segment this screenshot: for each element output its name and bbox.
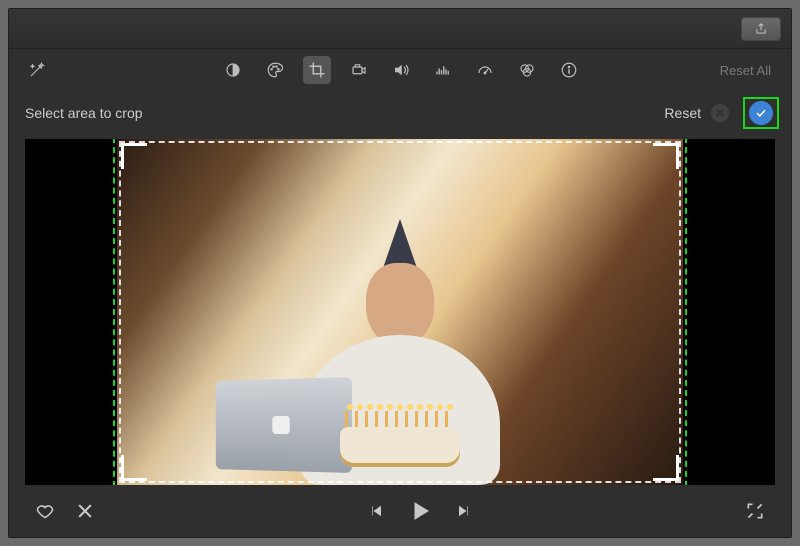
apply-highlight (743, 97, 779, 129)
color-palette-icon (266, 61, 284, 79)
audio-equalizer-icon (434, 61, 452, 79)
auto-enhance-button[interactable] (23, 56, 51, 84)
previous-frame-icon (368, 503, 384, 519)
stabilization-button[interactable] (345, 56, 373, 84)
fullscreen-button[interactable] (743, 499, 767, 523)
crop-header: Select area to crop Reset ✕ (9, 91, 791, 139)
camera-stabilization-icon (350, 61, 368, 79)
next-frame-button[interactable] (452, 499, 476, 523)
cancel-crop-button[interactable]: ✕ (711, 104, 729, 122)
favorite-button[interactable] (33, 499, 57, 523)
speedometer-icon (476, 61, 494, 79)
reject-button[interactable] (73, 499, 97, 523)
tutorial-highlight-box (113, 139, 687, 485)
adjustments-toolbar: Reset All (9, 49, 791, 91)
reject-icon (75, 501, 95, 521)
speed-button[interactable] (471, 56, 499, 84)
checkmark-icon (754, 106, 768, 120)
noise-reduction-button[interactable] (429, 56, 457, 84)
close-icon: ✕ (715, 106, 725, 120)
crop-icon (308, 61, 326, 79)
crop-button[interactable] (303, 56, 331, 84)
contrast-icon (224, 61, 242, 79)
play-icon (408, 499, 432, 523)
info-icon (560, 61, 578, 79)
reset-button[interactable]: Reset (664, 105, 701, 121)
heart-icon (35, 501, 55, 521)
apply-crop-button[interactable] (749, 101, 773, 125)
color-filters-icon (518, 61, 536, 79)
share-button[interactable] (741, 17, 781, 41)
volume-icon (392, 61, 410, 79)
video-viewer[interactable] (25, 139, 775, 485)
clip-filter-button[interactable] (513, 56, 541, 84)
fullscreen-icon (745, 501, 765, 521)
clip-info-button[interactable] (555, 56, 583, 84)
playback-controls (9, 485, 791, 537)
magic-wand-icon (28, 61, 46, 79)
imovie-crop-window: Reset All Select area to crop Reset ✕ (8, 8, 792, 538)
play-button[interactable] (408, 499, 432, 523)
title-bar (9, 9, 791, 49)
color-balance-button[interactable] (219, 56, 247, 84)
color-correction-button[interactable] (261, 56, 289, 84)
previous-frame-button[interactable] (364, 499, 388, 523)
reset-all-button[interactable]: Reset All (720, 63, 777, 78)
crop-instruction-label: Select area to crop (25, 105, 143, 121)
volume-button[interactable] (387, 56, 415, 84)
share-icon (754, 22, 768, 36)
next-frame-icon (456, 503, 472, 519)
